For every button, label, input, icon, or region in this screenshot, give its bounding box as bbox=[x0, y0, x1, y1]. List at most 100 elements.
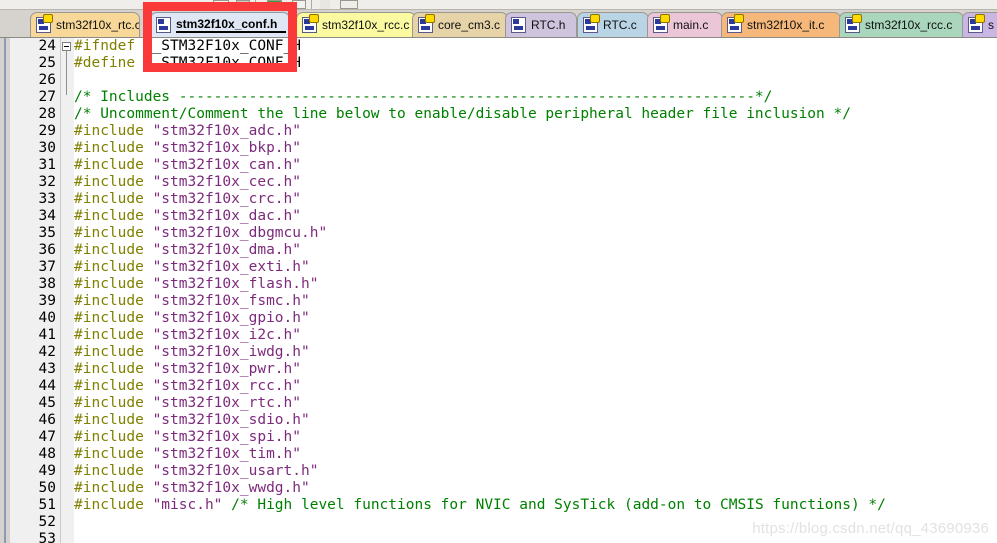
code-line[interactable]: #define __STM32F10x_CONF_H bbox=[74, 55, 997, 72]
code-line[interactable]: #include "stm32f10x_gpio.h" bbox=[74, 310, 997, 327]
code-line[interactable]: #include "stm32f10x_dma.h" bbox=[74, 242, 997, 259]
code-line[interactable]: #include "stm32f10x_flash.h" bbox=[74, 276, 997, 293]
editor-tab-core-cm3-c[interactable]: core_cm3.c bbox=[412, 12, 508, 37]
code-line[interactable]: #include "stm32f10x_spi.h" bbox=[74, 429, 997, 446]
editor-tab-rtc-c[interactable]: RTC.c bbox=[577, 12, 649, 37]
editor-tab-s[interactable]: s bbox=[962, 12, 997, 37]
code-token-str: "stm32f10x_exti.h" bbox=[152, 259, 310, 275]
code-line[interactable]: #include "stm32f10x_fsmc.h" bbox=[74, 293, 997, 310]
code-token-str: "stm32f10x_pwr.h" bbox=[152, 361, 301, 377]
line-number: 40 bbox=[38, 310, 56, 326]
line-number: 41 bbox=[38, 327, 56, 343]
gutter-line: 45 bbox=[10, 395, 60, 412]
code-line[interactable]: #include "misc.h" /* High level function… bbox=[74, 497, 997, 514]
code-line[interactable]: /* Uncomment/Comment the line below to e… bbox=[74, 106, 997, 123]
line-number: 27 bbox=[38, 89, 56, 105]
editor-tab-stm32f10x-conf-h[interactable]: stm32f10x_conf.h bbox=[150, 12, 290, 37]
line-number: 35 bbox=[38, 225, 56, 241]
target-icon[interactable] bbox=[340, 0, 358, 9]
code-line[interactable]: /* Includes ----------------------------… bbox=[74, 89, 997, 106]
toolbar-strip bbox=[0, 0, 997, 10]
c-file-icon bbox=[36, 14, 53, 33]
fold-column[interactable] bbox=[60, 38, 74, 543]
gutter-line: 48 bbox=[10, 446, 60, 463]
line-number: 49 bbox=[38, 463, 56, 479]
line-number: 31 bbox=[38, 157, 56, 173]
editor-tab-label: stm32f10x_rcc.c bbox=[865, 18, 953, 32]
code-editor[interactable]: 24 25 26 27 28 29 30 31 32 33 34 35 36 37 38 39 40 41 42 43… bbox=[0, 37, 997, 543]
code-token-cmt: /* Includes ----------------------------… bbox=[74, 89, 773, 105]
code-line[interactable]: #include "stm32f10x_dac.h" bbox=[74, 208, 997, 225]
code-token-pp: #ifndef bbox=[74, 38, 144, 54]
code-token-pp: #define bbox=[74, 55, 144, 71]
code-token-pp: #include bbox=[74, 327, 153, 343]
code-token-str: "stm32f10x_dma.h" bbox=[152, 242, 301, 258]
collapse-box-icon[interactable] bbox=[62, 42, 71, 51]
gutter-line: 32 bbox=[10, 174, 60, 191]
line-number: 52 bbox=[38, 514, 56, 530]
code-token-str: "stm32f10x_can.h" bbox=[152, 157, 301, 173]
code-line[interactable]: #include "stm32f10x_exti.h" bbox=[74, 259, 997, 276]
code-line[interactable]: #include "stm32f10x_sdio.h" bbox=[74, 412, 997, 429]
code-line[interactable]: #include "stm32f10x_pwr.h" bbox=[74, 361, 997, 378]
key-badge-icon bbox=[852, 14, 862, 23]
fold-line bbox=[66, 51, 67, 95]
line-number: 30 bbox=[38, 140, 56, 156]
editor-tab-label: stm32f10x_conf.h bbox=[176, 17, 287, 33]
watermark: https://blog.csdn.net/qq_43690936 bbox=[752, 520, 989, 537]
gutter-line: 46 bbox=[10, 412, 60, 429]
code-line[interactable]: #include "stm32f10x_iwdg.h" bbox=[74, 344, 997, 361]
editor-tab-label: main.c bbox=[673, 18, 709, 32]
key-badge-icon bbox=[590, 14, 600, 23]
key-badge-icon bbox=[975, 14, 985, 23]
editor-tab-main-c[interactable]: main.c bbox=[647, 12, 723, 37]
gutter-line: 50 bbox=[10, 480, 60, 497]
toolbar-separator bbox=[255, 0, 256, 9]
code-line[interactable]: #ifndef __STM32F10x_CONF_H bbox=[74, 38, 997, 55]
editor-tab-stm32f10x-it-c[interactable]: stm32f10x_it.c bbox=[721, 12, 841, 37]
code-line[interactable]: #include "stm32f10x_rtc.h" bbox=[74, 395, 997, 412]
gutter-line: 30 bbox=[10, 140, 60, 157]
code-line[interactable] bbox=[74, 72, 997, 89]
gutter-line: 36 bbox=[10, 242, 60, 259]
code-token-str: "stm32f10x_sdio.h" bbox=[152, 412, 310, 428]
code-token-pp: #include bbox=[74, 361, 153, 377]
grid-icon[interactable] bbox=[236, 0, 250, 9]
code-line[interactable]: #include "stm32f10x_adc.h" bbox=[74, 123, 997, 140]
editor-tab-stm32f10x-rcc-c[interactable]: stm32f10x_rcc.c bbox=[296, 12, 416, 37]
code-line[interactable]: #include "stm32f10x_usart.h" bbox=[74, 463, 997, 480]
line-number: 48 bbox=[38, 446, 56, 462]
code-line[interactable]: #include "stm32f10x_crc.h" bbox=[74, 191, 997, 208]
editor-tab-rtc-h[interactable]: RTC.h bbox=[505, 12, 577, 37]
code-token-str: "stm32f10x_bkp.h" bbox=[152, 140, 301, 156]
window-icon[interactable] bbox=[292, 0, 306, 9]
gutter-line: 49 bbox=[10, 463, 60, 480]
code-line[interactable]: #include "stm32f10x_dbgmcu.h" bbox=[74, 225, 997, 242]
gutter-line: 53 bbox=[10, 531, 60, 543]
code-token-pp: #include bbox=[74, 344, 153, 360]
code-text-area[interactable]: #ifndef __STM32F10x_CONF_H #define __STM3… bbox=[74, 38, 997, 543]
code-token-str: "stm32f10x_tim.h" bbox=[152, 446, 301, 462]
chevron-down-icon[interactable] bbox=[320, 0, 330, 9]
c-file-icon bbox=[653, 14, 670, 33]
panel-icon[interactable] bbox=[213, 0, 229, 9]
editor-tab-stm32f10x-rtc-c[interactable]: stm32f10x_rtc.c bbox=[30, 12, 140, 37]
line-number: 42 bbox=[38, 344, 56, 360]
code-token-str: "stm32f10x_usart.h" bbox=[152, 463, 319, 479]
code-line[interactable]: #include "stm32f10x_rcc.h" bbox=[74, 378, 997, 395]
gutter-line: 33 bbox=[10, 191, 60, 208]
build-icon[interactable] bbox=[267, 0, 282, 9]
editor-tab-stm32f10x-rcc-c[interactable]: stm32f10x_rcc.c bbox=[839, 12, 964, 37]
code-line[interactable]: #include "stm32f10x_tim.h" bbox=[74, 446, 997, 463]
code-line[interactable]: #include "stm32f10x_cec.h" bbox=[74, 174, 997, 191]
code-token-str: "stm32f10x_flash.h" bbox=[152, 276, 319, 292]
code-line[interactable]: #include "stm32f10x_wwdg.h" bbox=[74, 480, 997, 497]
code-line[interactable]: #include "stm32f10x_can.h" bbox=[74, 157, 997, 174]
line-number: 45 bbox=[38, 395, 56, 411]
code-line[interactable]: #include "stm32f10x_i2c.h" bbox=[74, 327, 997, 344]
c-file-icon bbox=[968, 14, 985, 33]
code-token-pp: #include bbox=[74, 412, 153, 428]
code-line[interactable]: #include "stm32f10x_bkp.h" bbox=[74, 140, 997, 157]
key-badge-icon bbox=[425, 14, 435, 23]
